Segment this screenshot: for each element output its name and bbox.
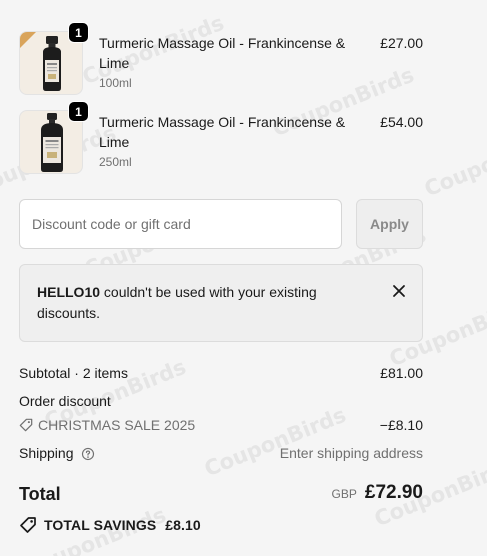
- currency-code: GBP: [331, 487, 357, 501]
- subtotal-row: Subtotal · 2 items £81.00: [19, 363, 423, 383]
- close-icon[interactable]: [390, 282, 408, 300]
- tag-icon: [19, 418, 33, 432]
- help-icon[interactable]: [81, 447, 95, 461]
- product-thumbnail[interactable]: 1: [19, 101, 89, 174]
- total-label: Total: [19, 484, 61, 504]
- subtotal-value: £81.00: [380, 365, 423, 381]
- subtotal-label: Subtotal · 2 items: [19, 365, 128, 381]
- savings-tag-icon: [20, 517, 36, 533]
- discount-code-label: CHRISTMAS SALE 2025: [38, 417, 196, 433]
- total-savings-row: TOTAL SAVINGS £8.10: [19, 515, 201, 535]
- product-thumbnail[interactable]: 1: [19, 22, 89, 95]
- discount-value: −£8.10: [379, 417, 423, 433]
- order-discount-row: Order discount: [19, 391, 423, 411]
- apply-button[interactable]: Apply: [356, 199, 423, 249]
- watermark: CouponBirds: [420, 122, 487, 202]
- product-variant: 100ml: [99, 76, 132, 90]
- discount-code-input[interactable]: [19, 199, 342, 249]
- shipping-label: Shipping: [19, 445, 74, 461]
- notice-code: HELLO10: [37, 284, 101, 300]
- savings-amount: £8.10: [165, 517, 201, 533]
- discount-form: Apply: [19, 199, 423, 249]
- shipping-row: Shipping Enter shipping address: [19, 443, 423, 463]
- quantity-badge: 1: [68, 22, 89, 43]
- order-discount-label: Order discount: [19, 393, 111, 409]
- shipping-value: Enter shipping address: [279, 445, 423, 461]
- discount-code-row: CHRISTMAS SALE 2025 −£8.10: [19, 415, 423, 435]
- cart-line-item: 1 Turmeric Massage Oil - Frankincense & …: [19, 101, 423, 176]
- product-title: Turmeric Massage Oil - Frankincense & Li…: [99, 114, 346, 150]
- total-amount: £72.90: [364, 482, 423, 503]
- savings-label: TOTAL SAVINGS: [44, 517, 157, 533]
- discount-error-notice: HELLO10 couldn't be used with your exist…: [19, 264, 423, 342]
- product-title: Turmeric Massage Oil - Frankincense & Li…: [99, 35, 346, 71]
- product-price: £27.00: [380, 35, 423, 51]
- product-price: £54.00: [380, 114, 423, 130]
- total-row: Total GBP £72.90: [19, 482, 423, 508]
- cart-line-item: 1 Turmeric Massage Oil - Frankincense & …: [19, 22, 423, 97]
- product-variant: 250ml: [99, 155, 132, 169]
- quantity-badge: 1: [68, 101, 89, 122]
